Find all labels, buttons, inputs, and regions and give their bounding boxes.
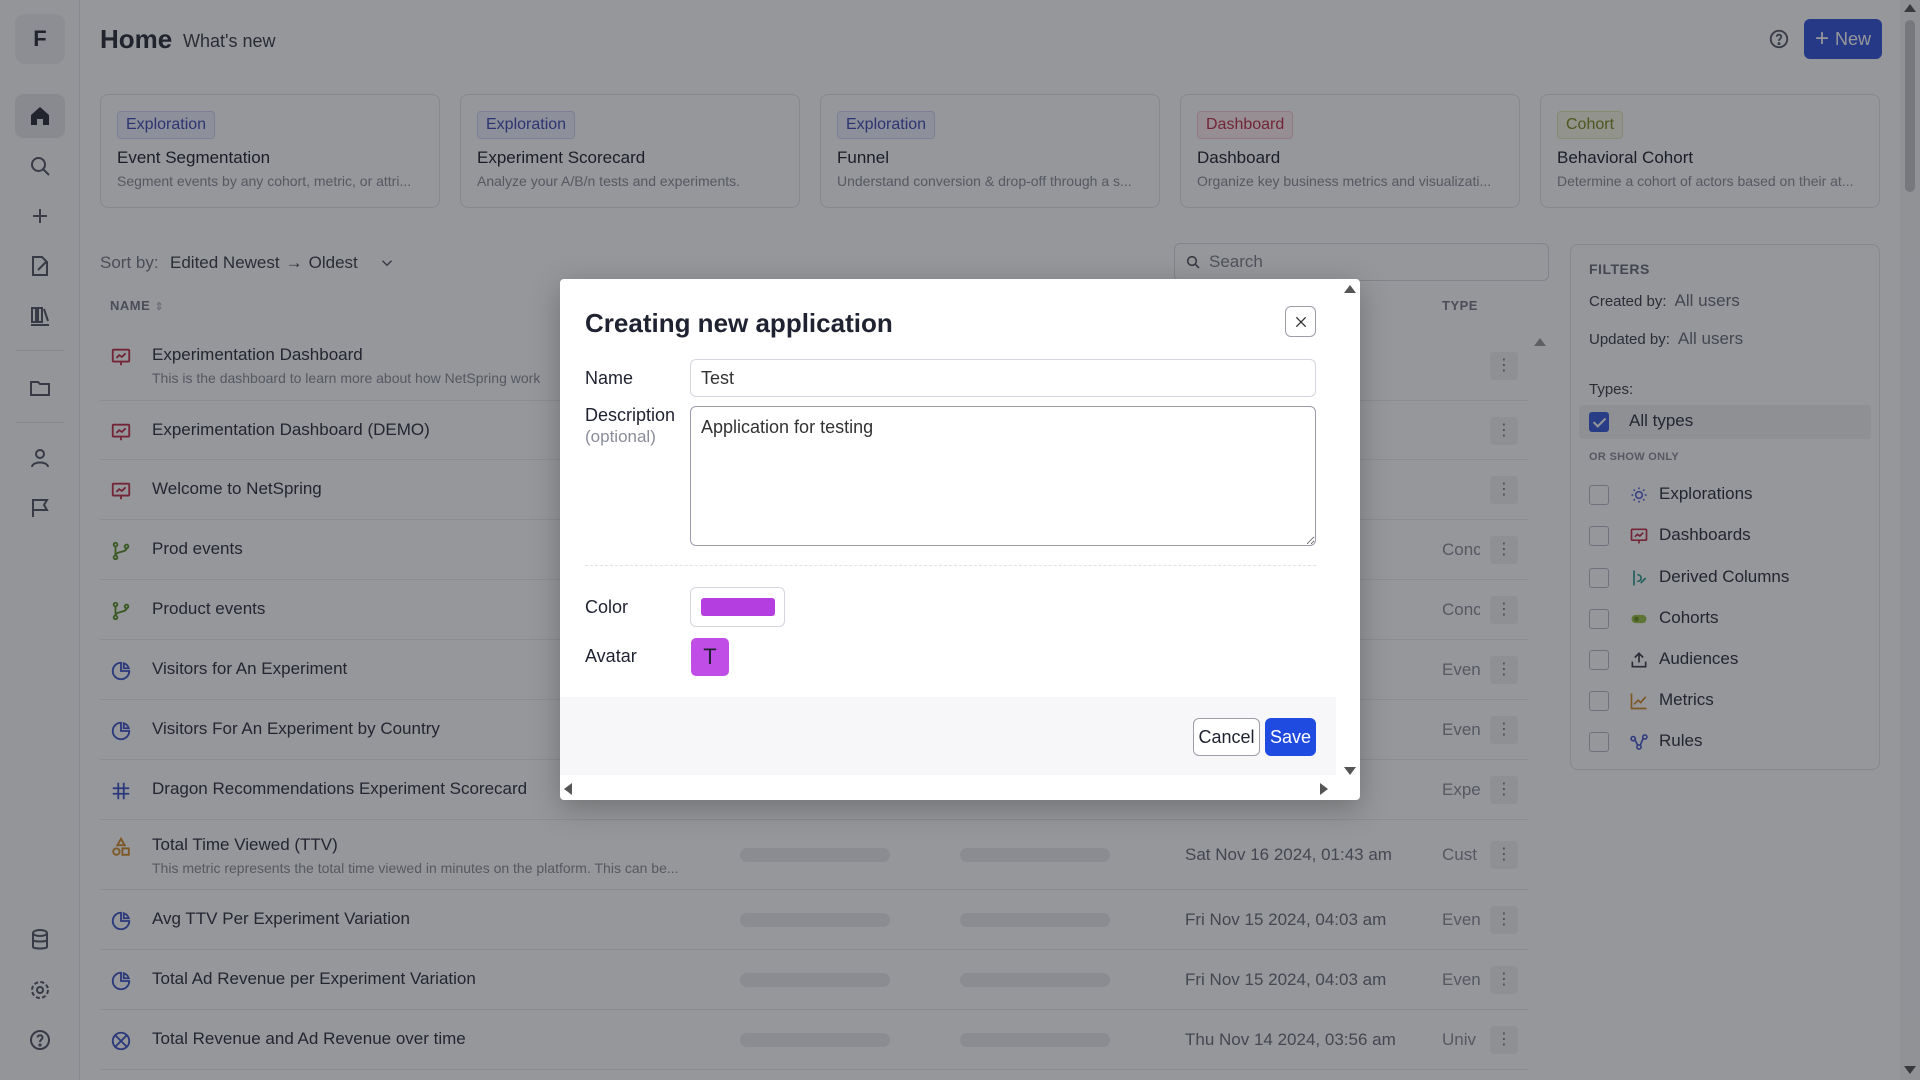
close-button[interactable] <box>1285 306 1316 337</box>
avatar[interactable]: T <box>691 638 729 676</box>
color-label: Color <box>585 597 629 617</box>
dialog-footer: Cancel Save <box>560 697 1336 775</box>
color-swatch <box>700 598 775 616</box>
description-textarea[interactable]: Application for testing <box>690 406 1316 546</box>
close-icon <box>1295 316 1306 327</box>
color-picker[interactable] <box>690 587 785 627</box>
name-label: Name <box>585 368 634 388</box>
save-button[interactable]: Save <box>1265 718 1316 756</box>
create-application-dialog: Creating new application Name Descriptio… <box>560 279 1360 800</box>
name-input[interactable] <box>690 359 1316 397</box>
optional-hint: (optional) <box>585 427 656 446</box>
cancel-button[interactable]: Cancel <box>1193 718 1260 756</box>
divider <box>585 565 1316 566</box>
avatar-label: Avatar <box>585 646 637 666</box>
dialog-vertical-scrollbar[interactable] <box>1340 279 1360 779</box>
dialog-title: Creating new application <box>585 308 893 338</box>
dialog-horizontal-scrollbar[interactable] <box>560 779 1340 800</box>
description-label: Description <box>585 405 676 425</box>
